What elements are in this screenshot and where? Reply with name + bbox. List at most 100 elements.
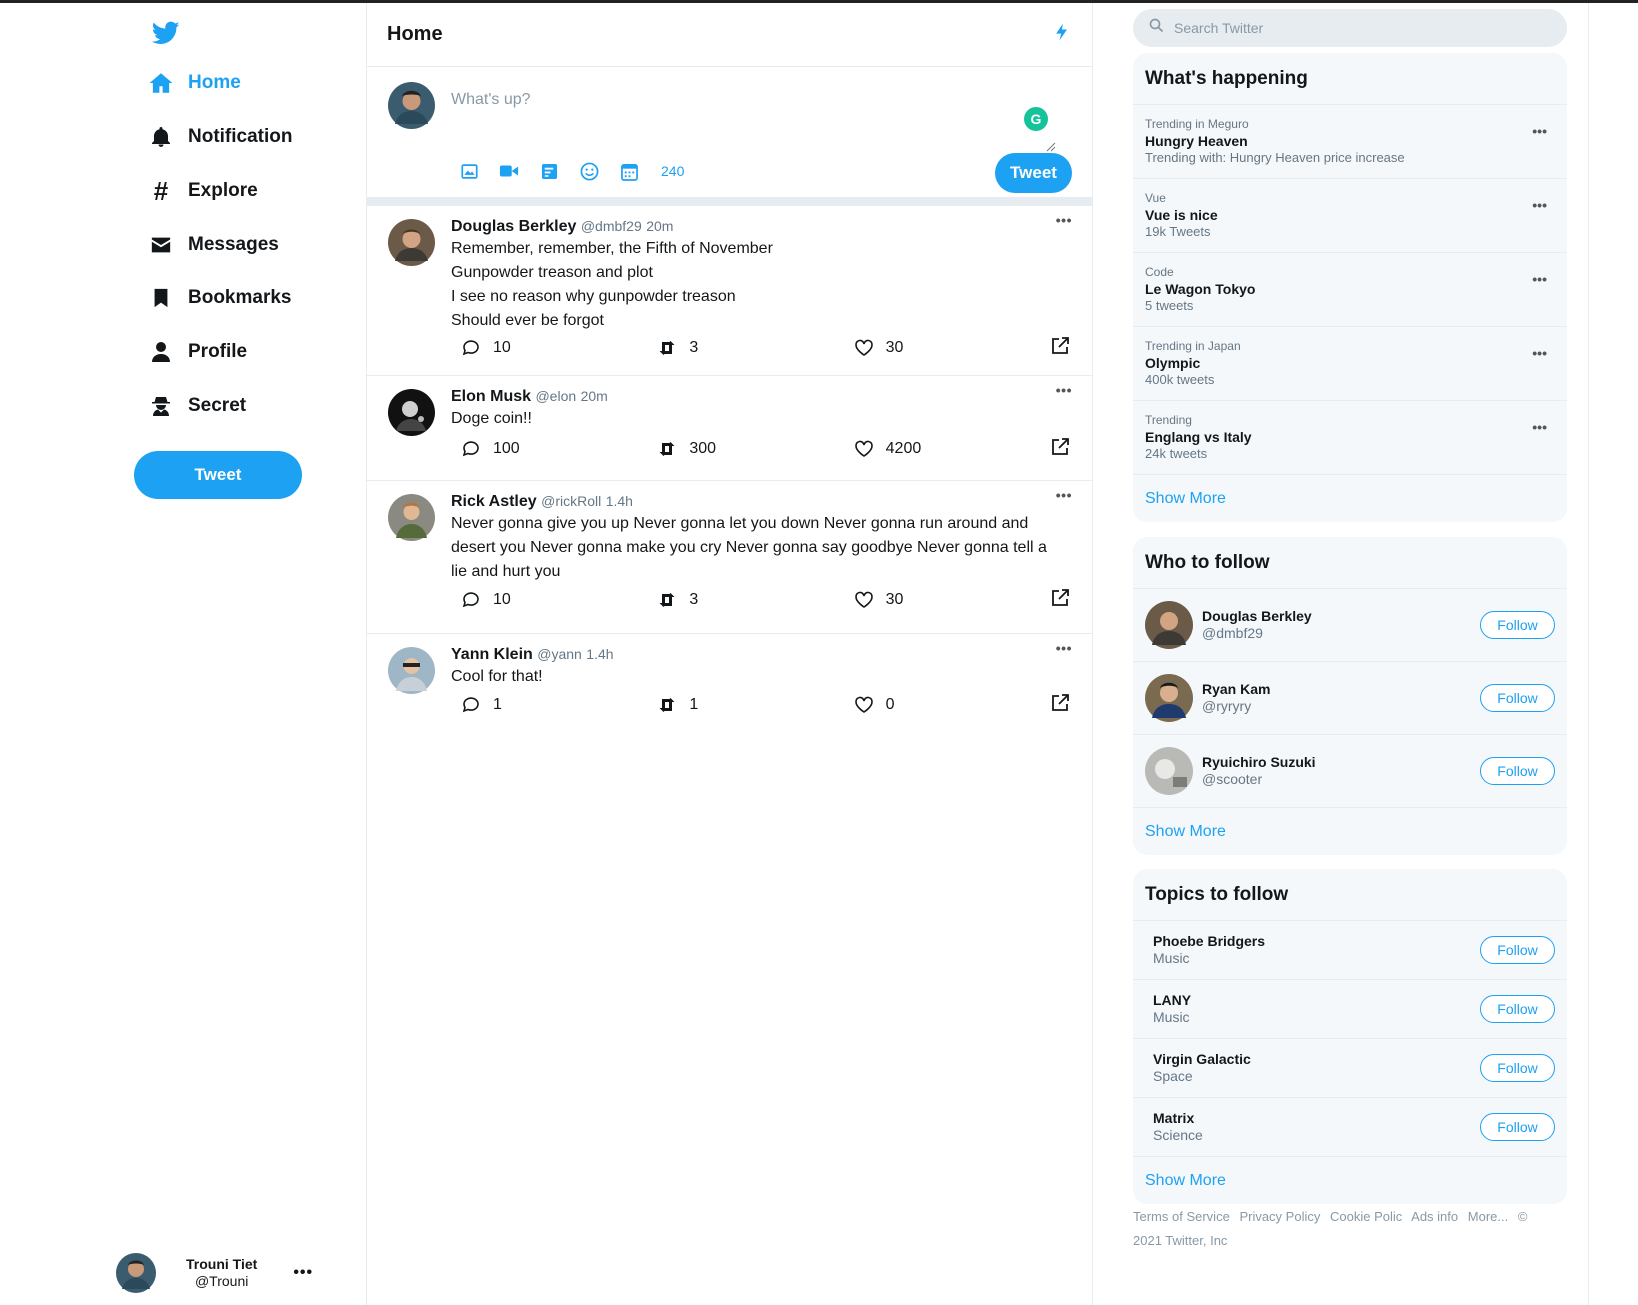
emoji-icon[interactable] [579,161,599,181]
trend-item[interactable]: Vue Vue is nice 19k Tweets ••• [1133,179,1567,253]
trend-title: Vue is nice [1145,207,1218,223]
avatar[interactable] [1145,747,1193,795]
reply-button[interactable]: 10 [461,590,657,610]
avatar[interactable] [1145,601,1193,649]
tweet-time: 1.4h [586,646,614,662]
follow-button[interactable]: Follow [1480,1113,1555,1141]
footer-link-terms[interactable]: Terms of Service [1133,1209,1230,1224]
compose-tweet-button[interactable]: Tweet [995,153,1072,193]
like-button[interactable]: 4200 [854,439,1050,459]
follow-suggestion[interactable]: Ryan Kam @ryryry Follow [1133,662,1567,735]
topic-item[interactable]: Virgin Galactic Space Follow [1133,1039,1567,1098]
show-more-link[interactable]: Show More [1133,808,1567,855]
tweet-more-icon[interactable]: ••• [1056,382,1072,398]
follow-button[interactable]: Follow [1480,936,1555,964]
share-icon[interactable] [1050,588,1070,613]
calendar-icon[interactable] [619,161,639,181]
follow-button[interactable]: Follow [1480,684,1555,712]
panel-title: Who to follow [1133,537,1567,589]
tweet-author-name[interactable]: Rick Astley [451,493,537,510]
reply-button[interactable]: 10 [461,338,657,358]
trend-more-icon[interactable]: ••• [1532,271,1547,287]
avatar [388,82,435,129]
topic-item[interactable]: Phoebe Bridgers Music Follow [1133,921,1567,980]
video-icon[interactable] [499,161,519,181]
tweet-author-name[interactable]: Elon Musk [451,388,531,405]
sidebar-tweet-button[interactable]: Tweet [134,451,302,499]
footer-link-ads[interactable]: Ads info [1411,1209,1458,1224]
follow-button[interactable]: Follow [1480,757,1555,785]
tweet-more-icon[interactable]: ••• [1056,212,1072,228]
avatar[interactable] [388,219,435,266]
tweet[interactable]: Elon Musk @elon 20m Doge coin!! ••• 100 … [367,376,1092,481]
like-button[interactable]: 0 [854,695,1050,715]
trend-more-icon[interactable]: ••• [1532,197,1547,213]
retweet-button[interactable]: 3 [657,338,853,358]
avatar[interactable] [388,494,435,541]
footer-link-more[interactable]: More... [1468,1209,1508,1224]
tweet[interactable]: Yann Klein @yann 1.4h Cool for that! •••… [367,634,1092,738]
tweet[interactable]: Douglas Berkley @dmbf29 20m Remember, re… [367,206,1092,376]
avatar[interactable] [388,647,435,694]
tweet-more-icon[interactable]: ••• [1056,640,1072,656]
reply-button[interactable]: 1 [461,695,657,715]
topic-name: LANY [1153,992,1192,1008]
tweet-more-icon[interactable]: ••• [1056,487,1072,503]
footer-link-cookie[interactable]: Cookie Polic [1330,1209,1402,1224]
follow-suggestion[interactable]: Douglas Berkley @dmbf29 Follow [1133,589,1567,662]
retweet-button[interactable]: 1 [657,695,853,715]
resize-handle-icon[interactable] [1046,139,1056,152]
tweet-time: 20m [646,218,674,234]
tweet[interactable]: Rick Astley @rickRoll 1.4h Never gonna g… [367,481,1092,634]
topic-item[interactable]: Matrix Science Follow [1133,1098,1567,1157]
nav-home[interactable]: Home [148,65,241,101]
tweet-author-name[interactable]: Douglas Berkley [451,218,576,235]
follow-button[interactable]: Follow [1480,1054,1555,1082]
grammarly-icon[interactable]: G [1024,107,1048,131]
trend-sub: 400k tweets [1145,372,1215,387]
topic-item[interactable]: LANY Music Follow [1133,980,1567,1039]
account-more-icon[interactable]: ••• [293,1264,313,1282]
share-icon[interactable] [1050,336,1070,361]
like-button[interactable]: 30 [854,338,1050,358]
retweet-button[interactable]: 3 [657,590,853,610]
search-input[interactable] [1174,20,1554,36]
compose-input[interactable] [451,91,1011,109]
tweet-author-name[interactable]: Yann Klein [451,646,533,663]
trend-item[interactable]: Trending in Meguro Hungry Heaven Trendin… [1133,105,1567,179]
retweet-button[interactable]: 300 [657,439,853,459]
nav-profile[interactable]: Profile [148,334,247,370]
avatar[interactable] [388,389,435,436]
topic-category: Music [1153,950,1190,966]
image-icon[interactable] [459,161,479,181]
follow-suggestion[interactable]: Ryuichiro Suzuki @scooter Follow [1133,735,1567,808]
lightning-icon[interactable] [1052,21,1072,48]
nav-explore[interactable]: # Explore [148,173,258,209]
trend-item[interactable]: Trending in Japan Olympic 400k tweets ••… [1133,327,1567,401]
like-count: 30 [885,339,904,356]
trend-more-icon[interactable]: ••• [1532,345,1547,361]
follow-button[interactable]: Follow [1480,611,1555,639]
search-bar[interactable] [1133,9,1567,47]
footer-link-privacy[interactable]: Privacy Policy [1239,1209,1320,1224]
show-more-link[interactable]: Show More [1133,475,1567,522]
follow-button[interactable]: Follow [1480,995,1555,1023]
avatar[interactable] [1145,674,1193,722]
poll-icon[interactable] [539,161,559,181]
like-button[interactable]: 30 [854,590,1050,610]
share-icon[interactable] [1050,437,1070,462]
reply-button[interactable]: 100 [461,439,657,459]
account-switcher[interactable]: Trouni Tiet @Trouni ••• [116,1251,326,1295]
trend-more-icon[interactable]: ••• [1532,419,1547,435]
nav-notification[interactable]: Notification [148,119,293,155]
show-more-link[interactable]: Show More [1133,1157,1567,1204]
share-icon[interactable] [1050,693,1070,718]
nav-bookmarks[interactable]: Bookmarks [148,280,292,316]
twitter-logo-icon[interactable] [150,19,182,47]
avatar [116,1253,156,1293]
nav-messages[interactable]: Messages [148,227,279,263]
nav-secret[interactable]: Secret [148,388,246,424]
trend-more-icon[interactable]: ••• [1532,123,1547,139]
trend-item[interactable]: Trending Englang vs Italy 24k tweets ••• [1133,401,1567,475]
trend-item[interactable]: Code Le Wagon Tokyo 5 tweets ••• [1133,253,1567,327]
